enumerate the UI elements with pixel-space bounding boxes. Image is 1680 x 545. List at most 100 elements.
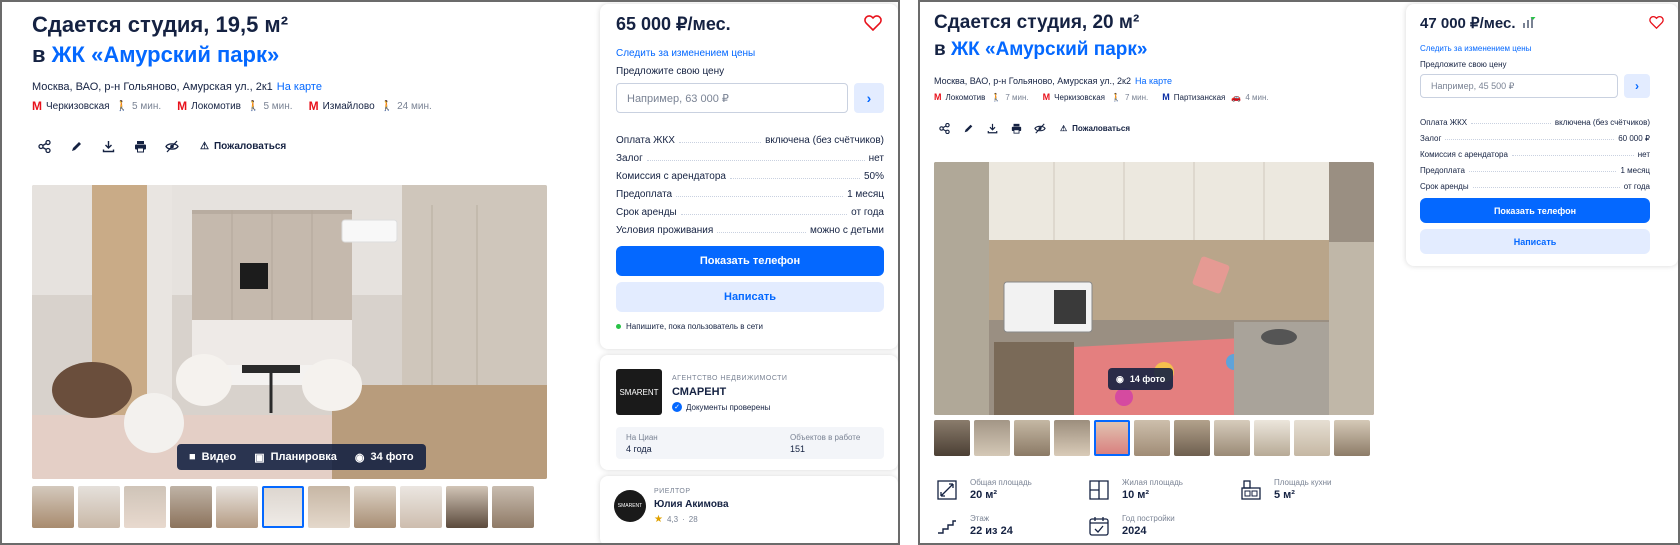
main-photo[interactable]	[32, 185, 547, 479]
share-icon[interactable]	[934, 118, 954, 138]
edit-icon[interactable]	[64, 134, 88, 158]
metro-item[interactable]: М Партизанская 🚗 4 мин.	[1162, 92, 1268, 102]
address: Москва, ВАО, р-н Гольяново, Амурская ул.…	[934, 76, 1172, 86]
comparison-view: Сдается студия, 19,5 м² в ЖК «Амурский п…	[0, 0, 1680, 545]
thumbnail[interactable]	[492, 486, 534, 528]
realtor-avatar-text: SMARENT	[617, 503, 643, 509]
thumbnail[interactable]	[974, 420, 1010, 456]
term-row: Залог нет	[616, 146, 884, 164]
on-cian-value: 4 года	[626, 444, 652, 454]
thumbnail[interactable]	[170, 486, 212, 528]
complex-link[interactable]: ЖК «Амурский парк»	[951, 39, 1148, 60]
metro-item[interactable]: М Черкизовская 🚶 5 мин.	[32, 99, 161, 113]
offer-submit-button[interactable]: ›	[1624, 74, 1650, 98]
write-label: Написать	[1513, 236, 1557, 247]
agency-name[interactable]: СМАРЕНТ	[672, 386, 726, 398]
download-icon[interactable]	[96, 134, 120, 158]
action-toolbar: ⚠ Пожаловаться	[32, 134, 294, 158]
terms-list: Оплата ЖКХ включена (без счётчиков) Залог…	[1420, 111, 1650, 191]
floor-plan-button[interactable]: ▣ Планировка	[254, 451, 337, 464]
video-button[interactable]: ■ Видео	[189, 451, 236, 463]
show-phone-button[interactable]: Показать телефон	[616, 246, 884, 276]
show-phone-label: Показать телефон	[699, 255, 801, 267]
metro-item[interactable]: М Локомотив 🚶 5 мин.	[177, 99, 292, 113]
feature-kitchen-area: Площадь кухни 5 м²	[1240, 478, 1332, 501]
photos-button[interactable]: ◉ 34 фото	[355, 451, 414, 464]
thumbnail-selected[interactable]	[262, 486, 304, 528]
edit-icon[interactable]	[958, 118, 978, 138]
download-icon[interactable]	[982, 118, 1002, 138]
agency-card[interactable]: SMARENT АГЕНТСТВО НЕДВИЖИМОСТИ СМАРЕНТ ✓…	[600, 355, 898, 470]
realtor-card[interactable]: SMARENT РИЕЛТОР Юлия Акимова ★ 4,3 · 28	[600, 476, 898, 543]
print-icon[interactable]	[1006, 118, 1026, 138]
thumbnail[interactable]	[1254, 420, 1290, 456]
metro-item[interactable]: М Локомотив 🚶 7 мин.	[934, 92, 1029, 102]
thumbnail[interactable]	[124, 486, 166, 528]
hide-icon[interactable]	[160, 134, 184, 158]
complain-button[interactable]: ⚠ Пожаловаться	[192, 137, 294, 156]
feature-value: 22 из 24	[970, 525, 1013, 537]
write-button[interactable]: Написать	[1420, 229, 1650, 254]
complex-link[interactable]: ЖК «Амурский парк»	[52, 42, 280, 67]
metro-item[interactable]: М Черкизовская 🚶 7 мин.	[1043, 92, 1149, 102]
term-key: Предоплата	[616, 189, 673, 200]
feature-total-area: Общая площадь 20 м²	[936, 478, 1032, 501]
feature-label: Жилая площадь	[1122, 478, 1183, 487]
thumbnail[interactable]	[1054, 420, 1090, 456]
thumbnail[interactable]	[32, 486, 74, 528]
thumbnail[interactable]	[1294, 420, 1330, 456]
online-note: Напишите, пока пользователь в сети	[616, 322, 763, 331]
thumbnail[interactable]	[446, 486, 488, 528]
offer-placeholder: Например, 45 500 ₽	[1431, 80, 1515, 91]
metro-item[interactable]: М Измайлово 🚶 24 мин.	[309, 99, 432, 113]
print-icon[interactable]	[128, 134, 152, 158]
online-dot	[616, 324, 621, 329]
offer-submit-button[interactable]: ›	[854, 83, 884, 113]
favorite-heart-icon[interactable]	[864, 14, 882, 36]
photos-button[interactable]: ◉ 14 фото	[1108, 368, 1174, 390]
plan-label: Планировка	[270, 451, 337, 463]
title-prefix: в	[32, 42, 46, 67]
walk-icon: 🚶	[1111, 92, 1121, 102]
rating-value: 4,3	[666, 515, 679, 524]
term-row: Предоплата 1 месяц	[616, 182, 884, 200]
online-note-text: Напишите, пока пользователь в сети	[626, 322, 764, 331]
map-link[interactable]: На карте	[1135, 76, 1172, 86]
thumbnail[interactable]	[308, 486, 350, 528]
thumbnail[interactable]	[78, 486, 120, 528]
thumbnail[interactable]	[1014, 420, 1050, 456]
thumbnail[interactable]	[1174, 420, 1210, 456]
hide-icon[interactable]	[1030, 118, 1050, 138]
thumbnail[interactable]	[934, 420, 970, 456]
metro-icon: М	[1042, 92, 1051, 102]
offer-price-input[interactable]: Например, 45 500 ₽	[1420, 74, 1618, 98]
term-value: 1 месяц	[847, 189, 884, 200]
term-key: Комиссия с арендатора	[1420, 150, 1508, 159]
favorite-heart-icon[interactable]	[1649, 15, 1664, 34]
realtor-kind: РИЕЛТОР	[654, 488, 691, 495]
offer-price-input[interactable]: Например, 63 000 ₽	[616, 83, 848, 113]
thumbnail[interactable]	[1134, 420, 1170, 456]
thumbnail[interactable]	[216, 486, 258, 528]
write-button[interactable]: Написать	[616, 282, 884, 312]
thumbnail[interactable]	[1334, 420, 1370, 456]
complain-button[interactable]: ⚠ Пожаловаться	[1054, 121, 1136, 136]
price-history-icon[interactable]	[1522, 16, 1536, 34]
term-row: Оплата ЖКХ включена (без счётчиков)	[616, 128, 884, 146]
term-key: Оплата ЖКХ	[1420, 118, 1468, 127]
show-phone-button[interactable]: Показать телефон	[1420, 198, 1650, 223]
realtor-name[interactable]: Юлия Акимова	[654, 499, 729, 510]
metro-name: Черкизовская	[1054, 92, 1105, 102]
follow-price-link[interactable]: Следить за изменением цены	[616, 48, 755, 59]
map-link[interactable]: На карте	[277, 81, 322, 93]
thumbnail[interactable]	[1214, 420, 1250, 456]
metro-name: Локомотив	[191, 100, 241, 112]
follow-price-link[interactable]: Следить за изменением цены	[1420, 44, 1531, 53]
share-icon[interactable]	[32, 134, 56, 158]
action-toolbar: ⚠ Пожаловаться	[934, 118, 1136, 138]
metro-time: 5 мин.	[263, 100, 293, 112]
thumbnail-selected[interactable]	[1094, 420, 1130, 456]
thumbnail[interactable]	[354, 486, 396, 528]
thumbnail[interactable]	[400, 486, 442, 528]
metro-icon: М	[1162, 92, 1170, 102]
